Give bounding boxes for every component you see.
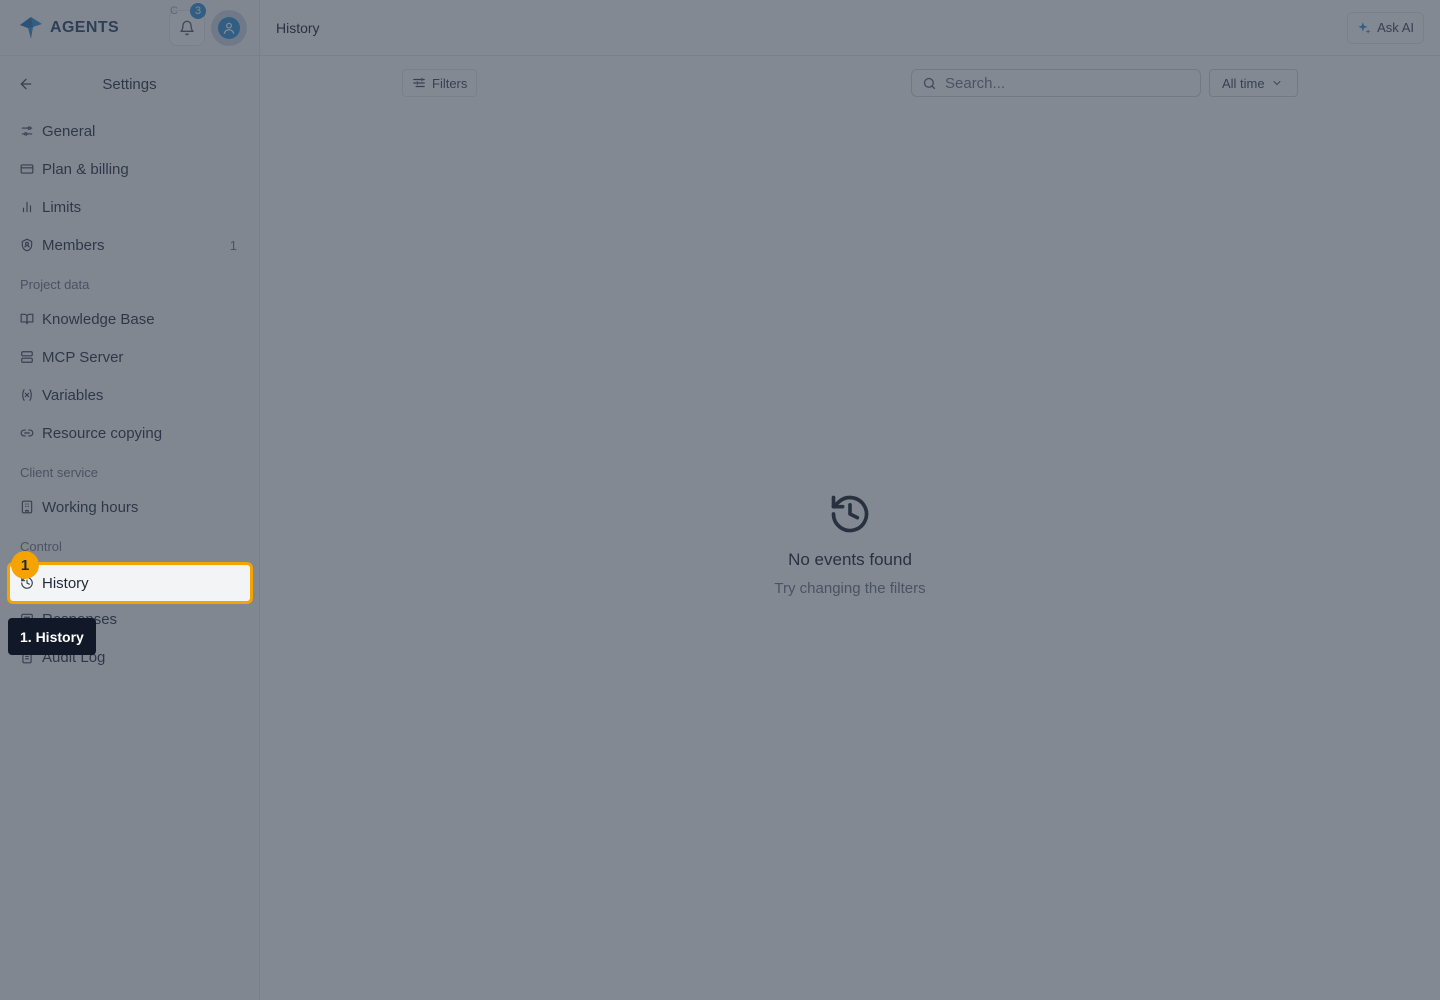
user-avatar-button[interactable] [211, 9, 247, 46]
credit-card-icon [20, 164, 34, 174]
link-icon [20, 429, 34, 437]
filters-label: Filters [432, 75, 468, 91]
sidebar-header: AGENTS C 3 [0, 0, 259, 56]
sidebar-item-label: Members [42, 236, 105, 254]
highlighted-history-item[interactable]: History [7, 562, 253, 604]
sidebar-item-resource-copying[interactable]: Resource copying [0, 414, 259, 452]
sidebar-item-variables[interactable]: Variables [0, 376, 259, 414]
book-open-icon [20, 313, 34, 325]
shield-user-icon [21, 238, 33, 252]
sidebar-item-label: MCP Server [42, 348, 124, 366]
sidebar-item-members[interactable]: Members 1 [0, 226, 259, 264]
top-bar: History Ask AI [260, 0, 1440, 56]
search-icon [923, 77, 936, 89]
sidebar-item-label: Knowledge Base [42, 310, 155, 328]
history-icon [831, 495, 869, 533]
avatar [218, 16, 240, 39]
empty-state: No events found Try changing the filters [260, 492, 1440, 597]
sidebar-item-limits[interactable]: Limits [0, 188, 259, 226]
page-title: History [276, 19, 320, 36]
header-actions: C 3 [169, 2, 247, 46]
user-icon [223, 22, 235, 34]
group-label-project-data: Project data [20, 276, 90, 292]
toolbar: Filters All time [260, 69, 1440, 97]
brand-logo[interactable]: AGENTS [18, 15, 119, 41]
server-icon [21, 351, 33, 363]
settings-title: Settings [102, 75, 157, 93]
settings-header: Settings [0, 56, 259, 112]
step-tooltip: 1. History [8, 618, 96, 655]
group-label-client-service: Client service [20, 464, 99, 480]
ask-ai-label: Ask AI [1377, 20, 1414, 35]
sidebar-item-knowledge-base[interactable]: Knowledge Base [0, 300, 259, 338]
notifications-badge: 3 [190, 2, 206, 19]
loading-indicator: C [170, 4, 178, 17]
sidebar-item-label: Variables [42, 386, 104, 404]
search-box[interactable] [911, 69, 1201, 97]
back-arrow-icon[interactable] [18, 76, 34, 92]
bell-icon [180, 20, 194, 35]
time-range-value: All time [1222, 75, 1265, 91]
main-content: History Ask AI Filters All time No event… [260, 0, 1440, 1000]
empty-subtitle: Try changing the filters [774, 580, 926, 597]
sparkle-icon [1358, 21, 1371, 34]
logo-icon [20, 16, 42, 39]
group-label-control: Control [20, 538, 62, 554]
sidebar-item-label: Plan & billing [42, 160, 129, 178]
search-input[interactable] [945, 74, 1185, 92]
sidebar-item-label: Limits [42, 198, 82, 216]
bar-chart-icon [22, 201, 32, 213]
time-range-select[interactable]: All time [1209, 69, 1298, 97]
step-marker: 1 [11, 551, 39, 579]
empty-title: No events found [788, 550, 912, 569]
brand-name: AGENTS [50, 18, 120, 36]
sidebar-item-working-hours[interactable]: Working hours [0, 488, 259, 526]
sidebar-item-plan-billing[interactable]: Plan & billing [0, 150, 259, 188]
sliders-icon [21, 126, 33, 136]
building-icon [21, 500, 33, 514]
highlighted-item-label: History [42, 574, 89, 592]
filters-button[interactable]: Filters [402, 69, 478, 97]
sidebar: AGENTS C 3 Settings General Plan & billi… [0, 0, 260, 1000]
notifications-button[interactable]: C 3 [169, 2, 206, 46]
sidebar-item-label: General [42, 122, 96, 140]
sidebar-item-general[interactable]: General [0, 112, 259, 150]
sidebar-item-label: Resource copying [42, 424, 163, 442]
chevron-down-icon [1273, 81, 1281, 86]
filter-sliders-icon [413, 77, 425, 88]
variable-icon [22, 389, 32, 401]
ask-ai-button[interactable]: Ask AI [1347, 11, 1424, 44]
sidebar-item-label: Working hours [42, 498, 139, 516]
members-count: 1 [229, 237, 237, 253]
sidebar-item-mcp-server[interactable]: MCP Server [0, 338, 259, 376]
